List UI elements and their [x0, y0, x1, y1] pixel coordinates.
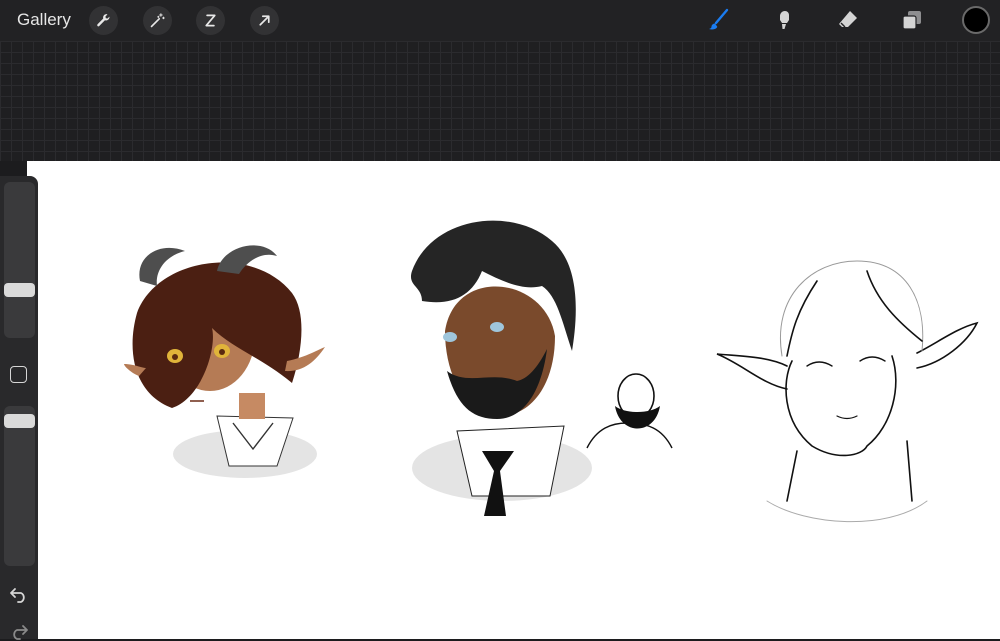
small-bearded-figure-sketch	[586, 373, 673, 449]
opacity-slider[interactable]	[4, 406, 35, 566]
gallery-button[interactable]: Gallery	[17, 10, 71, 30]
drawing-canvas[interactable]	[27, 161, 1000, 639]
actions-button[interactable]	[89, 6, 118, 35]
selection-button[interactable]	[196, 6, 225, 35]
brush-size-thumb[interactable]	[4, 283, 35, 297]
left-sidebar	[0, 176, 38, 641]
transform-button[interactable]	[250, 6, 279, 35]
bearded-man-portrait	[410, 220, 592, 516]
brush-tool[interactable]	[703, 5, 733, 35]
horned-character-portrait	[124, 245, 325, 478]
brush-icon	[709, 8, 729, 30]
elf-character-sketch	[716, 260, 979, 523]
layers-icon	[902, 11, 921, 30]
magic-wand-icon	[150, 13, 165, 28]
brush-size-slider[interactable]	[4, 182, 35, 338]
selection-icon	[205, 14, 216, 27]
color-picker[interactable]	[962, 6, 990, 34]
wrench-icon	[97, 14, 110, 27]
modify-button[interactable]	[10, 366, 27, 383]
smudge-icon	[780, 11, 789, 29]
eraser-icon	[839, 11, 857, 28]
redo-icon[interactable]	[9, 621, 29, 641]
layers-tool[interactable]	[897, 5, 927, 35]
transform-arrow-icon	[259, 15, 270, 26]
smudge-tool[interactable]	[768, 5, 798, 35]
canvas-background-grid	[0, 41, 1000, 161]
eraser-tool[interactable]	[833, 5, 863, 35]
top-toolbar: Gallery	[0, 0, 1000, 41]
opacity-thumb[interactable]	[4, 414, 35, 428]
adjustments-button[interactable]	[143, 6, 172, 35]
undo-icon[interactable]	[9, 584, 29, 604]
canvas-artwork	[124, 220, 979, 523]
